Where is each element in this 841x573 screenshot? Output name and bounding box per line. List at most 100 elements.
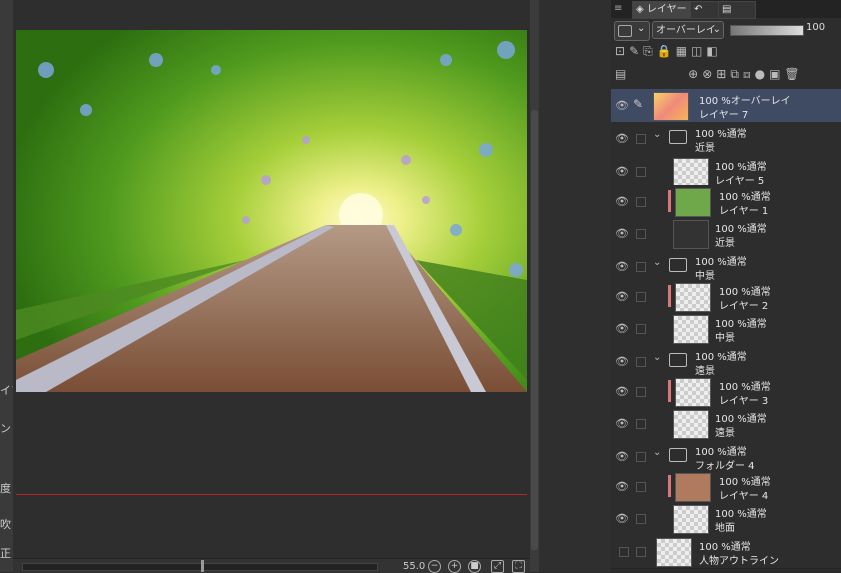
layer-property-icon[interactable]: ▤: [615, 67, 630, 81]
lock-icon[interactable]: 🔒: [657, 44, 676, 58]
chevron-down-icon[interactable]: ⌄: [653, 129, 661, 140]
checkbox[interactable]: [636, 324, 646, 334]
opacity-value: 100: [806, 22, 826, 33]
apply-mask-icon[interactable]: ▣: [769, 67, 784, 81]
eye-icon[interactable]: 👁: [615, 322, 629, 335]
tab-layer[interactable]: ◈ レイヤー: [632, 1, 694, 19]
layer-row[interactable]: 👁 100 %通常 レイヤー 3: [611, 375, 841, 409]
reference-layer-icon[interactable]: ⊡: [615, 44, 629, 58]
clip-layer-icon[interactable]: ⎘: [643, 44, 657, 58]
folder-row[interactable]: 👁 ⌄ 100 %通常 近景: [611, 122, 841, 156]
eye-icon[interactable]: 👁: [615, 195, 629, 208]
eye-icon[interactable]: 👁: [615, 227, 629, 240]
zoom-in-icon[interactable]: +: [448, 560, 461, 573]
checkbox[interactable]: [636, 387, 646, 397]
eye-icon[interactable]: 👁: [615, 99, 629, 112]
layer-thumbnail: [675, 473, 711, 502]
folder-row[interactable]: 👁 ⌄ 100 %通常 中景: [611, 250, 841, 284]
rotate-view-icon[interactable]: ⤢: [491, 560, 504, 573]
eye-icon[interactable]: 👁: [615, 417, 629, 430]
lock-transparency-icon[interactable]: ▦: [676, 44, 691, 58]
panel-menu-icon[interactable]: ≡: [614, 3, 622, 14]
layer-mode: 100 %通常: [719, 192, 771, 203]
checkbox[interactable]: [636, 419, 646, 429]
checkbox[interactable]: [636, 452, 646, 462]
layer-row[interactable]: 👁 100 %通常 レイヤー 2: [611, 280, 841, 314]
eye-icon[interactable]: 👁: [615, 450, 629, 463]
checkbox[interactable]: [636, 262, 646, 272]
layers-icon: ◈: [636, 4, 644, 15]
layer-color-selector[interactable]: ⌄: [614, 21, 650, 41]
eye-icon[interactable]: 👁: [615, 355, 629, 368]
checkbox[interactable]: [636, 292, 646, 302]
checkbox[interactable]: [636, 229, 646, 239]
checkbox[interactable]: [636, 167, 646, 177]
layer-lock-toolbar[interactable]: ⊡✎⎘🔒▦◫◧: [615, 44, 840, 62]
chevron-down-icon[interactable]: ⌄: [653, 447, 661, 458]
layer-row[interactable]: 👁 100 %通常 近景: [611, 217, 841, 251]
clipping-indicator: [668, 285, 671, 307]
layer-name: 遠景: [715, 428, 735, 439]
checkbox[interactable]: [619, 547, 629, 557]
zoom-out-icon[interactable]: −: [428, 560, 441, 573]
layer-thumbnail: [673, 158, 709, 187]
scrollbar-thumb[interactable]: [531, 110, 538, 550]
layer-mode: 100 %通常: [715, 224, 767, 235]
chevron-down-icon[interactable]: ⌄: [653, 257, 661, 268]
eye-icon[interactable]: 👁: [615, 480, 629, 493]
eye-icon[interactable]: 👁: [615, 385, 629, 398]
layer-name: 近景: [715, 238, 735, 249]
new-folder-icon[interactable]: ⊞: [716, 67, 730, 81]
tab-navigator[interactable]: ▤: [718, 1, 756, 19]
layer-row[interactable]: 👁 100 %通常 レイヤー 1: [611, 185, 841, 219]
layer-mode: 100 %通常: [715, 162, 767, 173]
fit-view-icon[interactable]: ■: [468, 560, 481, 573]
eye-icon[interactable]: 👁: [615, 260, 629, 273]
draft-layer-icon[interactable]: ✎: [629, 44, 643, 58]
new-raster-layer-icon[interactable]: ⊕: [688, 67, 702, 81]
side-label: 正: [0, 547, 11, 560]
layer-row[interactable]: 👁 100 %通常 中景: [611, 312, 841, 346]
layer-row[interactable]: 👁 100 %通常 遠景: [611, 407, 841, 441]
trash-icon[interactable]: 🗑: [784, 67, 803, 81]
zoom-slider[interactable]: [22, 563, 378, 571]
eye-icon[interactable]: 👁: [615, 290, 629, 303]
checkbox[interactable]: [636, 197, 646, 207]
layer-name: レイヤー 7: [699, 110, 749, 121]
clipping-indicator: [668, 475, 671, 497]
layer-thumbnail: [656, 538, 692, 567]
checkbox[interactable]: [636, 482, 646, 492]
artwork-canvas[interactable]: [16, 30, 527, 392]
layer-row[interactable]: 👁 ✎ 100 %オーバーレイ レイヤー 7: [611, 89, 841, 123]
layer-row[interactable]: 👁 100 %通常 レイヤー 5: [611, 155, 841, 189]
color-mode-icon[interactable]: ◧: [706, 44, 721, 58]
layer-action-toolbar[interactable]: ▤ ⊕⊗⊞⧉⧈●▣🗑: [615, 67, 840, 85]
checkbox[interactable]: [636, 134, 646, 144]
side-label: 吹: [0, 518, 11, 531]
layer-row[interactable]: 👁 100 %通常 レイヤー 4: [611, 470, 841, 504]
checkbox[interactable]: [636, 547, 646, 557]
folder-icon: [669, 130, 687, 144]
fullscreen-icon[interactable]: ⛶: [512, 560, 525, 573]
layer-name: 中景: [715, 333, 735, 344]
new-vector-layer-icon[interactable]: ⊗: [702, 67, 716, 81]
layer-row[interactable]: 👁 100 %通常 地面: [611, 502, 841, 536]
copy-layer-icon[interactable]: ⧈: [743, 67, 755, 81]
folder-row[interactable]: 👁 ⌄ 100 %通常 遠景: [611, 345, 841, 379]
mask-add-icon[interactable]: ●: [755, 67, 769, 81]
opacity-slider[interactable]: [730, 25, 804, 36]
merge-layer-icon[interactable]: ⧉: [730, 67, 743, 81]
mask-icon[interactable]: ◫: [691, 44, 706, 58]
checkbox[interactable]: [636, 357, 646, 367]
layer-row[interactable]: 100 %通常 人物アウトライン: [611, 535, 841, 569]
layer-mode: 100 %通常: [695, 447, 747, 458]
zoom-slider-handle[interactable]: [201, 560, 204, 572]
checkbox[interactable]: [636, 514, 646, 524]
eye-icon[interactable]: 👁: [615, 165, 629, 178]
eye-icon[interactable]: 👁: [615, 512, 629, 525]
chevron-down-icon[interactable]: ⌄: [653, 352, 661, 363]
navigator-icon: ▤: [722, 4, 732, 15]
blend-mode-select[interactable]: オーバーレイ ⌄: [652, 21, 724, 39]
eye-icon[interactable]: 👁: [615, 132, 629, 145]
folder-row[interactable]: 👁 ⌄ 100 %通常 フォルダー 4: [611, 440, 841, 474]
